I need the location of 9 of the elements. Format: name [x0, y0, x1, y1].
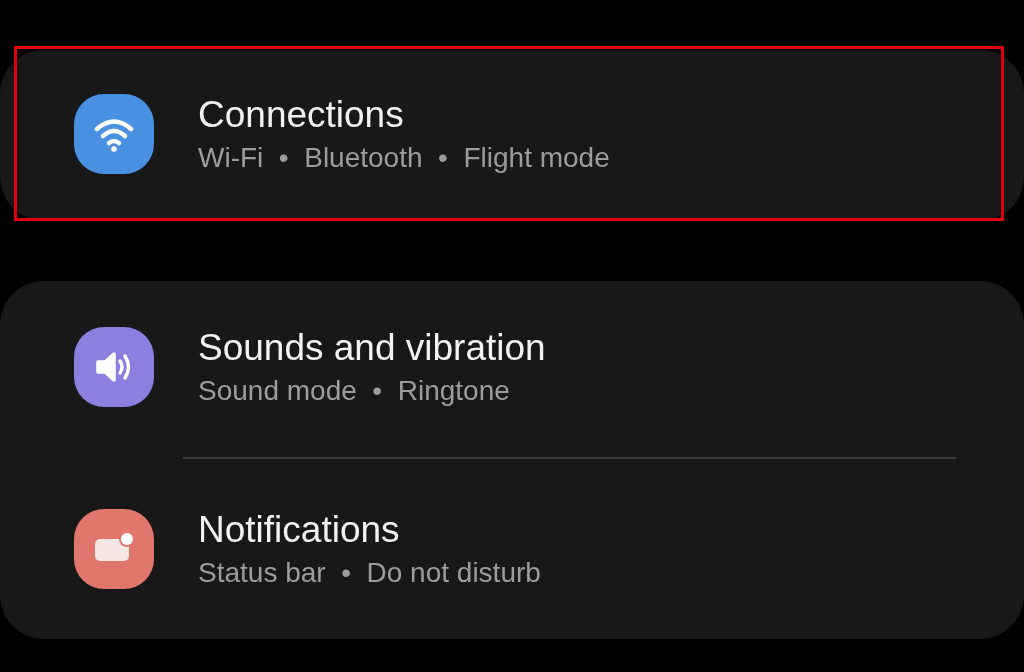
item-title: Notifications [198, 509, 401, 551]
item-subtitle: Sound mode • Ringtone [198, 375, 511, 407]
settings-item[interactable]: Sounds and vibration Sound mode • Ringtone [14, 277, 1004, 457]
item-title: Connections [198, 93, 405, 136]
settings-item[interactable]: Connections Wi-Fi • Bluetooth • Flight mode [14, 46, 1004, 221]
item-title: Sounds and vibration [198, 327, 546, 369]
item-subtitle: Status bar • Do not disturb [198, 557, 541, 589]
settings-item[interactable]: Notifications Status bar • Do not disturb [14, 459, 1004, 639]
item-subtitle: Wi-Fi • Bluetooth • Flight mode [198, 141, 610, 174]
